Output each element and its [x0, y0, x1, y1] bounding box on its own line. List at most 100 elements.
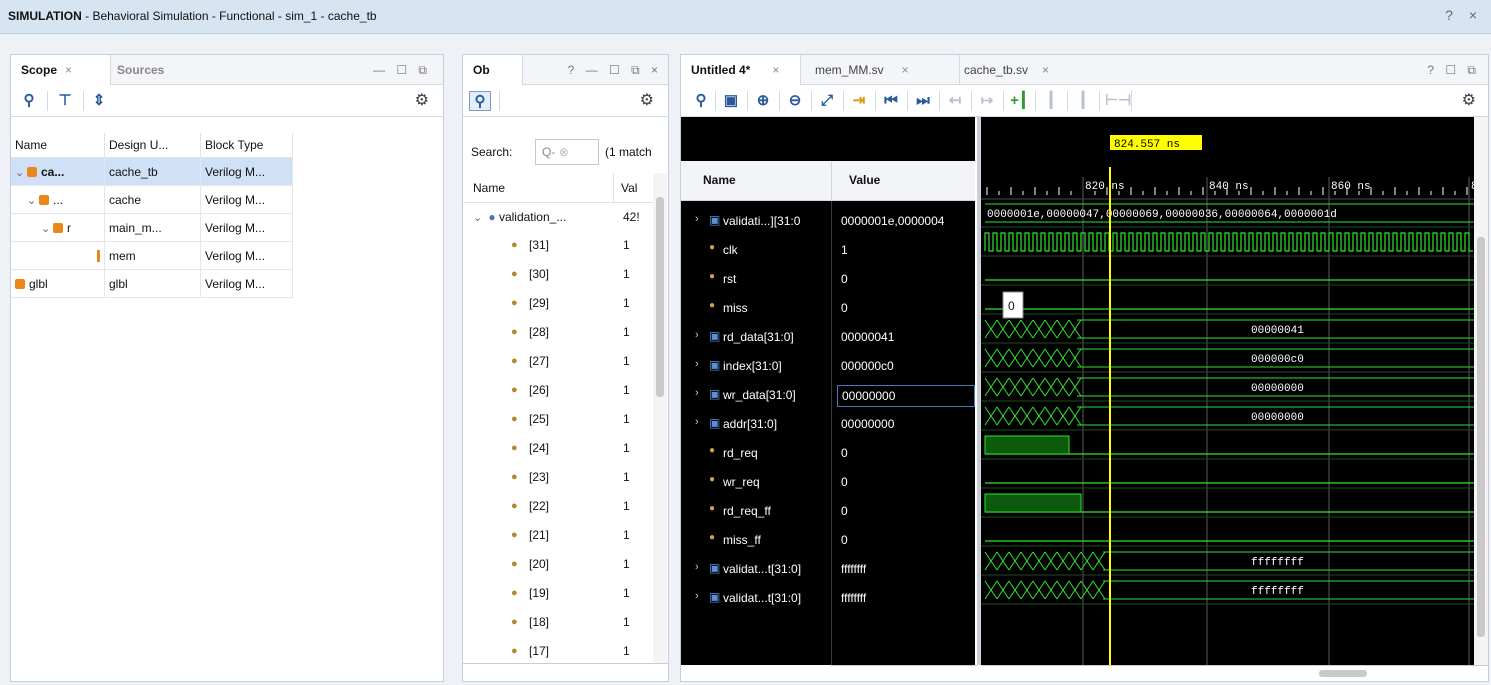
bit-icon: ● — [709, 445, 716, 456]
zoom-in-icon[interactable]: ⊕ — [753, 91, 773, 111]
col-design-unit[interactable]: Design U... — [105, 133, 201, 158]
list-item[interactable]: ● [28] 1 — [463, 318, 653, 346]
bit-icon: ● — [709, 474, 716, 485]
list-item[interactable]: ● [22] 1 — [463, 492, 653, 520]
go-to-cursor-icon[interactable]: ⇥ — [849, 91, 869, 111]
list-item[interactable]: ● [18] 1 — [463, 608, 653, 636]
save-icon[interactable]: ▣ — [721, 91, 741, 111]
list-item[interactable]: ● [24] 1 — [463, 434, 653, 462]
tab-sources[interactable]: Sources — [117, 55, 197, 85]
gear-icon[interactable]: ⚙ — [415, 90, 429, 110]
bit-icon: ● — [511, 616, 518, 628]
waveform-canvas[interactable]: 820 ns840 ns860 ns880000001e,00000047,00… — [981, 117, 1474, 665]
window-title-bar: SIMULATION - Behavioral Simulation - Fun… — [0, 0, 1491, 34]
previous-transition-icon[interactable]: ↤ — [945, 91, 965, 111]
objects-panel: Ob ? — ☐ ⧉ × ⚲ ⚙ Search: Q- ⊗ (1 match N… — [462, 54, 669, 682]
list-item[interactable]: ● [30] 1 — [463, 260, 653, 288]
gear-icon[interactable]: ⚙ — [640, 90, 654, 110]
signal-row[interactable]: ● clk 1 — [681, 236, 975, 264]
wave-panel: Untitled 4* × mem_MM.sv × cache_tb.sv × ? ☐… — [680, 54, 1489, 682]
signal-row[interactable]: ● wr_req 0 — [681, 468, 975, 496]
vertical-scrollbar[interactable] — [653, 173, 667, 663]
signal-row[interactable]: ● miss 0 — [681, 294, 975, 322]
list-item[interactable]: ● [23] 1 — [463, 463, 653, 491]
signal-row[interactable]: › ▣ validat...t[31:0] ffffffff — [681, 555, 975, 583]
signal-row[interactable]: ● rd_req 0 — [681, 439, 975, 467]
next-transition-icon[interactable]: ↦ — [977, 91, 997, 111]
col-name[interactable]: Name — [473, 181, 505, 195]
search-label: Search: — [471, 145, 513, 159]
title-controls[interactable]: ? × — [1445, 7, 1483, 23]
list-item[interactable]: ● [17] 1 — [463, 637, 653, 665]
search-icon[interactable]: ⚲ — [469, 91, 491, 111]
close-tab-icon[interactable]: × — [902, 63, 909, 77]
clear-icon[interactable]: ⊗ — [559, 145, 569, 159]
gear-icon[interactable]: ⚙ — [1462, 90, 1476, 110]
list-item[interactable]: ● [25] 1 — [463, 405, 653, 433]
signal-row[interactable]: › ▣ addr[31:0] 00000000 — [681, 410, 975, 438]
signal-row[interactable]: › ▣ index[31:0] 000000c0 — [681, 352, 975, 380]
list-item[interactable]: ● [20] 1 — [463, 550, 653, 578]
list-item[interactable]: ● [27] 1 — [463, 347, 653, 375]
go-to-end-icon[interactable]: ⏭ — [913, 91, 933, 111]
list-item[interactable]: ● [31] 1 — [463, 231, 653, 259]
bit-icon: ● — [511, 355, 518, 367]
list-item[interactable]: ⌄ ● validation_... 42! — [473, 203, 653, 231]
close-tab-icon[interactable]: × — [1042, 63, 1049, 77]
tab-scope[interactable]: Scope × — [11, 55, 111, 85]
col-name[interactable]: Name — [703, 173, 736, 187]
bit-icon: ● — [709, 242, 716, 253]
col-block-type[interactable]: Block Type — [201, 133, 293, 158]
module-icon — [27, 167, 37, 177]
bit-icon: ● — [511, 529, 518, 541]
signal-row[interactable]: › ▣ rd_data[31:0] 00000041 — [681, 323, 975, 351]
list-item[interactable]: ● [26] 1 — [463, 376, 653, 404]
expand-all-icon[interactable]: ⇕ — [89, 91, 109, 111]
col-name[interactable]: Name — [11, 133, 105, 158]
wave-window-controls[interactable]: ? ☐ ⧉ — [1427, 55, 1480, 85]
bit-icon: ● — [709, 503, 716, 514]
wave-horizontal-scrollbar[interactable] — [981, 665, 1488, 681]
go-to-start-icon[interactable]: ⏮ — [881, 91, 901, 111]
time-label: 820 ns — [1085, 181, 1125, 193]
time-label: 840 ns — [1209, 181, 1249, 193]
bus-value-label: 00000000 — [1251, 383, 1304, 395]
signal-row[interactable]: › ▣ validati...][31:0 0000001e,0000004 — [681, 207, 975, 235]
zoom-fit-icon[interactable]: ⤢ — [817, 91, 837, 111]
list-item[interactable]: ● [19] 1 — [463, 579, 653, 607]
wave-vertical-scrollbar[interactable] — [1474, 117, 1488, 665]
next-marker-icon[interactable]: ┃ — [1073, 91, 1093, 111]
collapse-all-icon[interactable]: ⊤ — [55, 91, 75, 111]
tab-mem-mm[interactable]: mem_MM.sv × — [815, 55, 949, 85]
objects-window-controls[interactable]: ? — ☐ ⧉ × — [568, 55, 662, 85]
swap-cursors-icon[interactable]: ⊢⊣ — [1105, 91, 1131, 111]
signal-row[interactable]: ● rst 0 — [681, 265, 975, 293]
search-icon[interactable]: ⚲ — [19, 91, 39, 111]
bus-value-label: ffffffff — [1251, 586, 1304, 598]
tab-untitled-4[interactable]: Untitled 4* × — [681, 55, 801, 85]
search-icon[interactable]: ⚲ — [691, 91, 711, 111]
tab-objects[interactable]: Ob — [463, 55, 523, 85]
bit-icon: ● — [511, 268, 518, 280]
close-tab-icon[interactable]: × — [772, 63, 779, 77]
signal-row[interactable]: › ▣ wr_data[31:0] 00000000 — [681, 381, 975, 409]
col-value[interactable]: Value — [849, 173, 880, 187]
bit-icon: ● — [511, 239, 518, 251]
search-input[interactable]: Q- ⊗ — [535, 139, 599, 165]
scope-window-controls[interactable]: — ☐ ⧉ — [373, 55, 431, 85]
value-scrollbar[interactable] — [831, 665, 977, 681]
list-item[interactable]: ● [29] 1 — [463, 289, 653, 317]
col-value[interactable]: Val — [621, 181, 637, 195]
add-marker-icon[interactable]: +┃ — [1009, 91, 1029, 111]
wave-toolbar: ⚲ ▣ ⊕ ⊖ ⤢ ⇥ ⏮ ⏭ ↤ ↦ +┃ ┃ ┃ ⊢⊣ ⚙ — [681, 85, 1488, 117]
signal-row[interactable]: › ▣ validat...t[31:0] ffffffff — [681, 584, 975, 612]
bus-value-label: 00000000 — [1251, 412, 1304, 424]
signal-row[interactable]: ● miss_ff 0 — [681, 526, 975, 554]
horizontal-scrollbar[interactable] — [463, 663, 668, 679]
tab-cache-tb[interactable]: cache_tb.sv × — [959, 55, 1091, 85]
zoom-out-icon[interactable]: ⊖ — [785, 91, 805, 111]
list-item[interactable]: ● [21] 1 — [463, 521, 653, 549]
previous-marker-icon[interactable]: ┃ — [1041, 91, 1061, 111]
close-tab-icon[interactable]: × — [65, 63, 72, 77]
signal-row[interactable]: ● rd_req_ff 0 — [681, 497, 975, 525]
